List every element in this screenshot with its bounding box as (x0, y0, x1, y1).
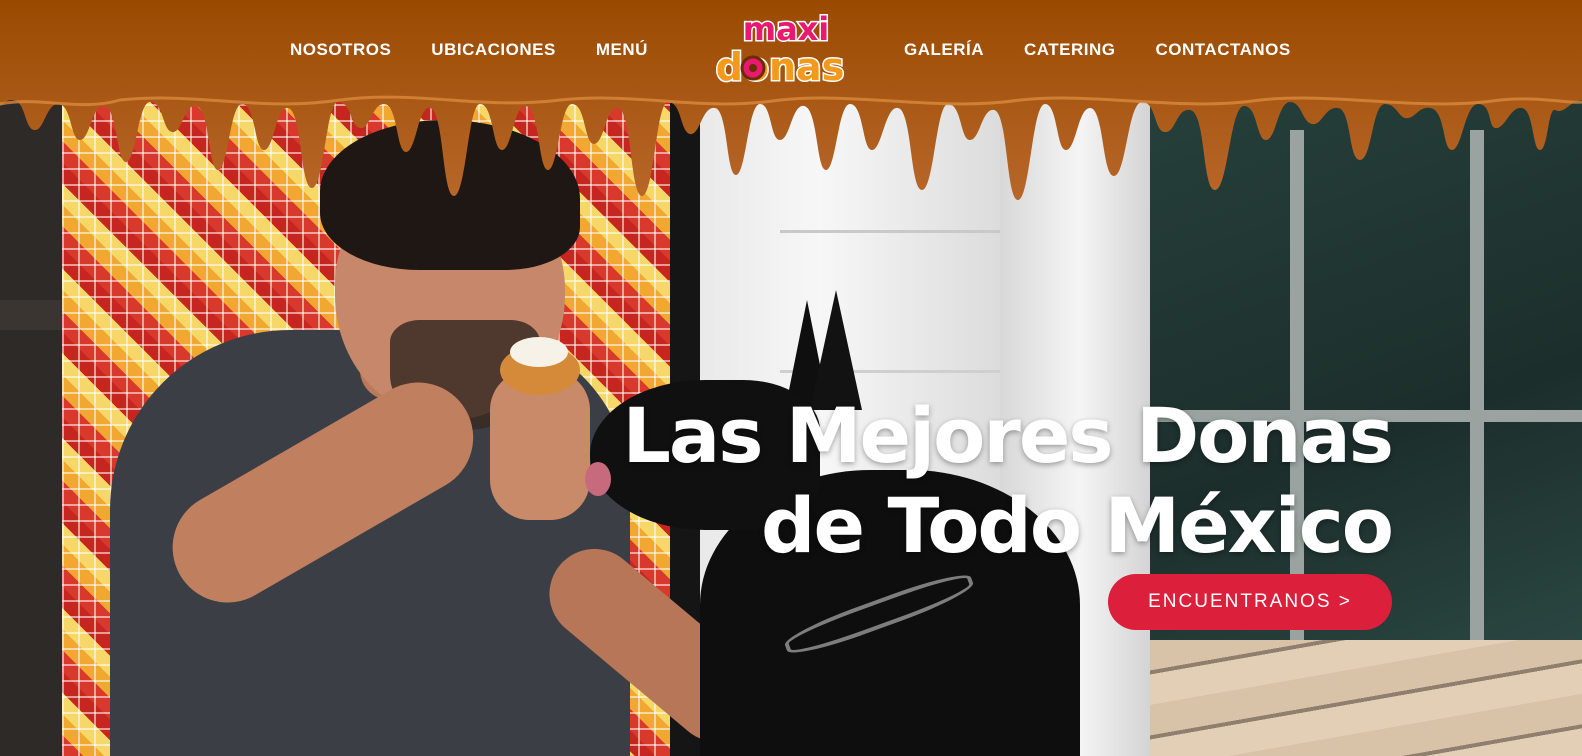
nav-link-menu[interactable]: MENÚ (596, 40, 648, 60)
site-header: NOSOTROS UBICACIONES MENÚ maxi donas GAL… (0, 0, 1582, 200)
logo-text-maxi: maxi (743, 10, 830, 48)
headline-line-1: Las Mejores Donas (622, 390, 1394, 480)
donut (500, 337, 580, 395)
logo-text-donas: donas (716, 45, 845, 89)
nav-link-nosotros[interactable]: NOSOTROS (290, 40, 391, 60)
nav-link-ubicaciones[interactable]: UBICACIONES (431, 40, 556, 60)
encuentranos-button[interactable]: ENCUENTRANOS > (1108, 574, 1392, 630)
nav-link-catering[interactable]: CATERING (1024, 40, 1116, 60)
primary-nav-left: NOSOTROS UBICACIONES MENÚ (290, 38, 648, 62)
primary-nav-right: GALERÍA CATERING CONTACTANOS (904, 38, 1291, 62)
nav-link-contactanos[interactable]: CONTACTANOS (1156, 40, 1291, 60)
site-logo[interactable]: maxi donas (708, 6, 853, 96)
headline-line-2: de Todo México (761, 480, 1394, 570)
maxi-donas-logo: maxi donas (714, 9, 846, 91)
hero-headline: Las Mejores Donas de Todo México (622, 390, 1394, 571)
nav-link-galeria[interactable]: GALERÍA (904, 40, 984, 60)
dog-tongue (585, 462, 611, 496)
tiled-floor (1150, 640, 1582, 756)
